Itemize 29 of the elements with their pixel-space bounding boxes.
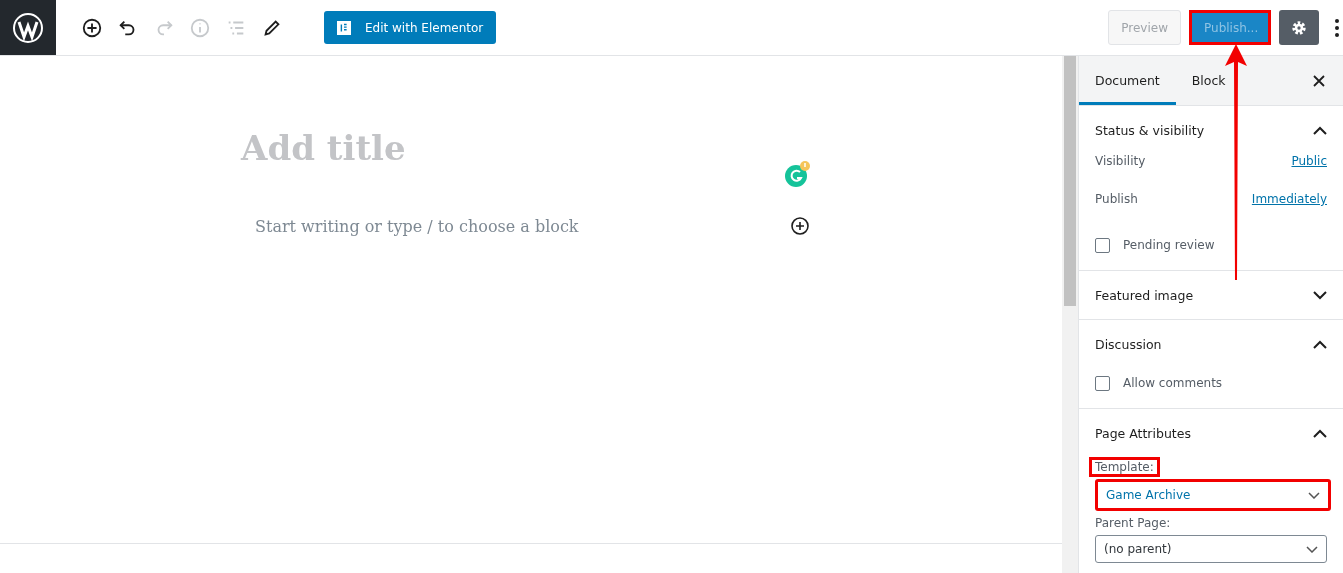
edit-with-elementor-button[interactable]: Edit with Elementor [324, 11, 497, 44]
field-label: Template: [1089, 457, 1160, 477]
select-field[interactable]: (no parent) [1095, 535, 1327, 563]
checkbox[interactable] [1095, 375, 1110, 391]
panel-header[interactable]: Featured image [1079, 271, 1343, 319]
sidebar-tab[interactable]: Document [1079, 56, 1176, 105]
checkbox-label: Pending review [1123, 238, 1215, 252]
settings-button[interactable] [1279, 10, 1319, 45]
panel-header[interactable]: Page Attributes [1079, 409, 1343, 457]
chevron-down-icon [1308, 491, 1320, 499]
panel-header[interactable]: Status & visibility [1079, 106, 1343, 154]
wordpress-logo[interactable] [0, 0, 56, 55]
scrollbar-thumb[interactable] [1064, 56, 1076, 306]
elementor-icon [337, 20, 351, 35]
field-label: Parent Page: [1094, 515, 1172, 532]
sidebar-tab[interactable]: Block [1175, 56, 1242, 105]
close-icon[interactable] [1313, 74, 1325, 87]
checkbox[interactable] [1095, 237, 1110, 253]
field-label: Visibility [1095, 154, 1146, 168]
more-menu-icon[interactable] [1335, 17, 1339, 38]
field-label: Publish [1095, 192, 1138, 206]
block-placeholder[interactable]: Start writing or type / to choose a block [255, 216, 579, 236]
checkbox-label: Allow comments [1123, 376, 1223, 390]
setting-link[interactable]: Immediately [1251, 192, 1327, 206]
panel-header[interactable]: Discussion [1079, 320, 1343, 368]
add-block-icon[interactable] [790, 216, 810, 236]
select-field[interactable]: Game Archive [1095, 479, 1331, 511]
setting-link[interactable]: Public [1291, 154, 1327, 168]
chevron-down-icon [1306, 545, 1318, 553]
